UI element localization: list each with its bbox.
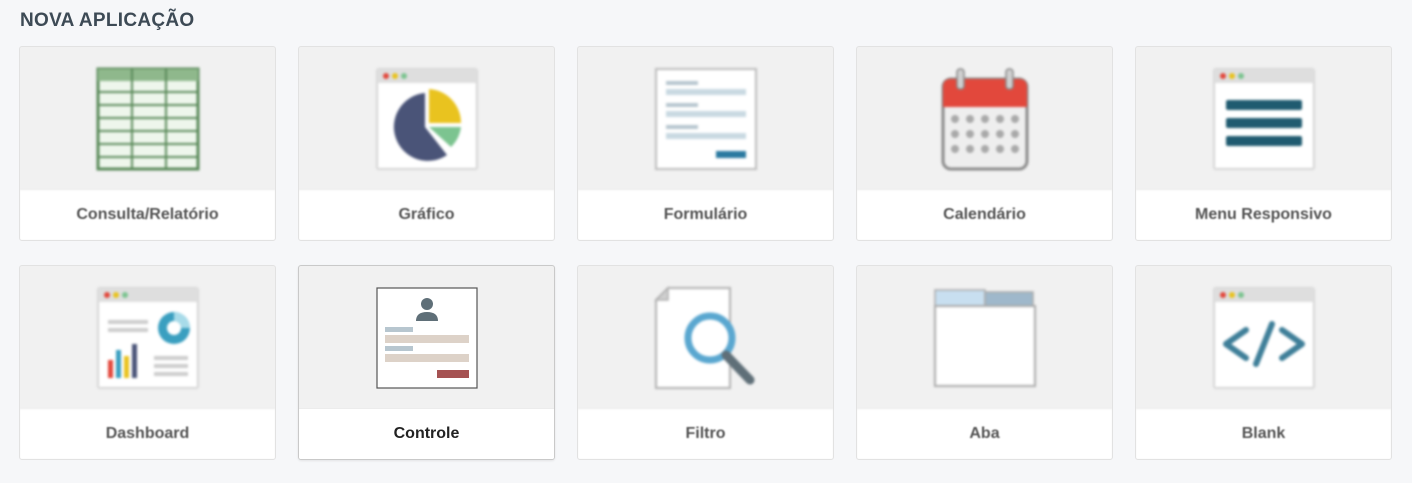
card-blank[interactable]: Blank (1135, 265, 1392, 460)
card-label: Calendário (857, 189, 1112, 240)
control-user-icon (375, 287, 478, 389)
code-icon (1212, 287, 1315, 389)
search-icon (653, 286, 754, 389)
card-controle[interactable]: Controle (298, 265, 555, 460)
card-label: Blank (1136, 408, 1391, 459)
card-label: Filtro (578, 408, 833, 459)
page-title: NOVA APLICAÇÃO (20, 10, 195, 31)
calendar-icon (941, 68, 1028, 171)
card-aba[interactable]: Aba (856, 265, 1113, 460)
tabs-icon (933, 289, 1036, 387)
dashboard-icon (96, 287, 199, 389)
form-icon (654, 68, 757, 170)
card-label: Consulta/Relatório (20, 189, 275, 240)
pie-chart-icon (375, 68, 478, 170)
card-dashboard[interactable]: Dashboard (19, 265, 276, 460)
app-type-grid: Consulta/Relatório Gráfico Formulário Ca… (19, 46, 1392, 460)
menu-icon (1212, 68, 1315, 170)
card-label: Aba (857, 408, 1112, 459)
card-label: Menu Responsivo (1136, 189, 1391, 240)
table-icon (96, 67, 199, 171)
card-calendario[interactable]: Calendário (856, 46, 1113, 241)
card-consulta-relatorio[interactable]: Consulta/Relatório (19, 46, 276, 241)
card-formulario[interactable]: Formulário (577, 46, 834, 241)
card-label: Formulário (578, 189, 833, 240)
card-label: Dashboard (20, 408, 275, 459)
card-menu-responsivo[interactable]: Menu Responsivo (1135, 46, 1392, 241)
card-grafico[interactable]: Gráfico (298, 46, 555, 241)
card-label: Controle (299, 408, 554, 459)
card-filtro[interactable]: Filtro (577, 265, 834, 460)
card-label: Gráfico (299, 189, 554, 240)
